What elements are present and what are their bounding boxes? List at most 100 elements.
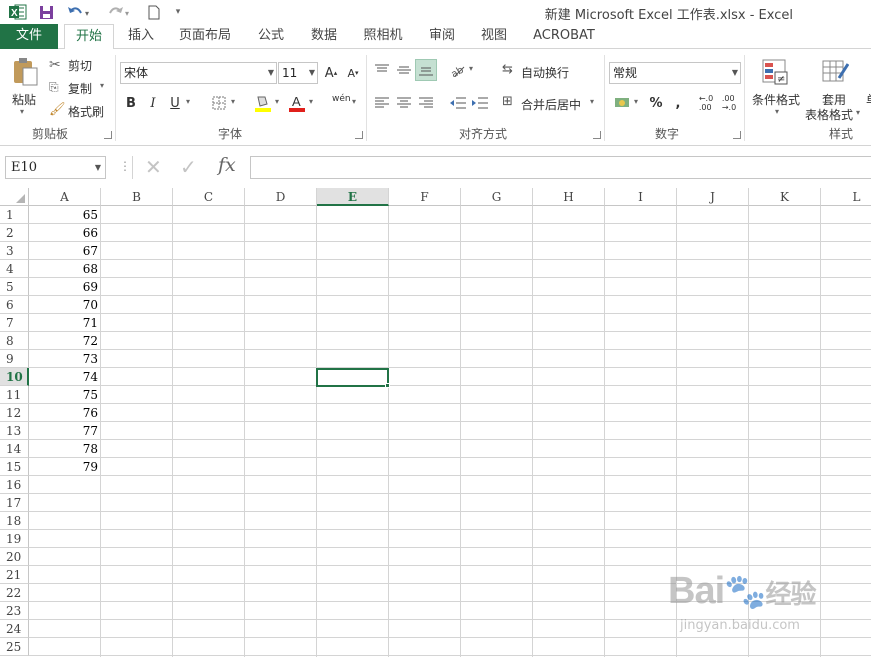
cell-a3[interactable]: 67 — [29, 242, 101, 260]
font-launcher-icon[interactable] — [355, 131, 363, 139]
row-header-1[interactable]: 1 — [0, 206, 29, 224]
fill-color-dropdown-icon[interactable]: ▾ — [275, 97, 279, 106]
align-center-icon[interactable] — [393, 92, 415, 114]
row-header-16[interactable]: 16 — [0, 476, 29, 494]
row-header-13[interactable]: 13 — [0, 422, 29, 440]
column-header-g[interactable]: G — [461, 188, 533, 206]
row-header-10[interactable]: 10 — [0, 368, 29, 386]
font-name-select[interactable]: 宋体 ▼ — [120, 62, 277, 84]
column-header-c[interactable]: C — [173, 188, 245, 206]
accounting-format-icon[interactable] — [612, 92, 634, 114]
tab-file[interactable]: 文件 — [0, 24, 58, 49]
row-header-6[interactable]: 6 — [0, 296, 29, 314]
tab-acrobat[interactable]: ACROBAT — [530, 24, 598, 49]
wrap-text-button[interactable]: 自动换行 — [521, 64, 569, 81]
row-header-5[interactable]: 5 — [0, 278, 29, 296]
copy-dropdown-icon[interactable]: ▾ — [100, 81, 104, 90]
column-header-j[interactable]: J — [677, 188, 749, 206]
cut-button[interactable]: 剪切 — [68, 57, 92, 74]
borders-dropdown-icon[interactable]: ▾ — [231, 97, 235, 106]
row-header-19[interactable]: 19 — [0, 530, 29, 548]
tab-page-layout[interactable]: 页面布局 — [176, 24, 234, 49]
cell-a1[interactable]: 65 — [29, 206, 101, 224]
cell-a7[interactable]: 71 — [29, 314, 101, 332]
decrease-decimal-icon[interactable]: .00 →.0 — [718, 92, 740, 114]
tab-data[interactable]: 数据 — [307, 24, 341, 49]
align-right-icon[interactable] — [415, 92, 437, 114]
font-color-icon[interactable]: A — [286, 92, 308, 114]
merge-dropdown-icon[interactable]: ▾ — [590, 97, 594, 106]
cell-a2[interactable]: 66 — [29, 224, 101, 242]
cell-a9[interactable]: 73 — [29, 350, 101, 368]
row-header-21[interactable]: 21 — [0, 566, 29, 584]
phonetic-guide-button[interactable]: wén — [332, 94, 351, 104]
new-document-icon[interactable] — [146, 3, 162, 21]
row-header-8[interactable]: 8 — [0, 332, 29, 350]
underline-dropdown-icon[interactable]: ▾ — [186, 97, 190, 106]
borders-icon[interactable] — [208, 92, 230, 114]
row-header-25[interactable]: 25 — [0, 638, 29, 656]
row-header-9[interactable]: 9 — [0, 350, 29, 368]
column-header-d[interactable]: D — [245, 188, 317, 206]
cell-a11[interactable]: 75 — [29, 386, 101, 404]
paste-dropdown-icon[interactable]: ▾ — [20, 107, 24, 116]
number-launcher-icon[interactable] — [733, 131, 741, 139]
tab-formulas[interactable]: 公式 — [254, 24, 288, 49]
row-header-24[interactable]: 24 — [0, 620, 29, 638]
cell-a4[interactable]: 68 — [29, 260, 101, 278]
row-header-7[interactable]: 7 — [0, 314, 29, 332]
paste-icon[interactable] — [10, 57, 40, 87]
merge-center-button[interactable]: 合并后居中 — [521, 96, 581, 113]
undo-icon[interactable]: ▾ — [66, 3, 94, 21]
clipboard-launcher-icon[interactable] — [104, 131, 112, 139]
column-header-e[interactable]: E — [317, 188, 389, 206]
alignment-launcher-icon[interactable] — [593, 131, 601, 139]
row-header-11[interactable]: 11 — [0, 386, 29, 404]
column-header-f[interactable]: F — [389, 188, 461, 206]
number-format-select[interactable]: 常规 ▼ — [609, 62, 741, 84]
increase-decimal-icon[interactable]: ←.0.00 — [695, 92, 717, 114]
tab-home[interactable]: 开始 — [64, 24, 114, 50]
column-header-h[interactable]: H — [533, 188, 605, 206]
cell-a12[interactable]: 76 — [29, 404, 101, 422]
active-cell-e10[interactable] — [316, 368, 389, 387]
row-header-17[interactable]: 17 — [0, 494, 29, 512]
column-header-l[interactable]: L — [821, 188, 871, 206]
tab-camera[interactable]: 照相机 — [360, 24, 406, 49]
fill-handle[interactable] — [385, 383, 390, 388]
copy-button[interactable]: 复制 — [68, 80, 92, 97]
row-header-12[interactable]: 12 — [0, 404, 29, 422]
align-middle-icon[interactable] — [393, 59, 415, 81]
row-header-18[interactable]: 18 — [0, 512, 29, 530]
italic-button[interactable]: I — [142, 92, 164, 114]
name-box[interactable]: E10 ▼ — [5, 156, 106, 179]
underline-button[interactable]: U — [164, 92, 186, 114]
row-header-3[interactable]: 3 — [0, 242, 29, 260]
column-header-i[interactable]: I — [605, 188, 677, 206]
format-painter-button[interactable]: 格式刷 — [68, 103, 104, 120]
conditional-dropdown-icon[interactable]: ▾ — [775, 107, 779, 116]
row-header-4[interactable]: 4 — [0, 260, 29, 278]
tab-insert[interactable]: 插入 — [124, 24, 158, 49]
row-header-22[interactable]: 22 — [0, 584, 29, 602]
insert-function-icon[interactable]: fx — [218, 154, 236, 176]
row-header-20[interactable]: 20 — [0, 548, 29, 566]
cell-a15[interactable]: 79 — [29, 458, 101, 476]
percent-icon[interactable]: % — [645, 92, 667, 114]
orientation-dropdown-icon[interactable]: ▾ — [469, 64, 473, 73]
cancel-icon[interactable]: ✕ — [145, 155, 162, 179]
customize-qat-icon[interactable]: ▾ — [172, 3, 184, 21]
enter-checkmark-icon[interactable]: ✓ — [180, 155, 197, 179]
fill-color-icon[interactable] — [252, 92, 274, 114]
decrease-font-icon[interactable]: A ▾ — [342, 62, 364, 84]
chevron-down-icon[interactable]: ▼ — [95, 157, 101, 178]
formula-bar-grip-icon[interactable]: ⋮ — [119, 159, 131, 173]
row-header-2[interactable]: 2 — [0, 224, 29, 242]
paste-button[interactable]: 粘贴 — [12, 91, 36, 108]
conditional-formatting-button[interactable]: 条件格式 — [752, 91, 800, 108]
increase-font-icon[interactable]: A ▴ — [320, 62, 342, 84]
cell-a6[interactable]: 70 — [29, 296, 101, 314]
font-size-select[interactable]: 11 ▼ — [278, 62, 318, 84]
formula-input[interactable] — [250, 156, 871, 179]
tab-view[interactable]: 视图 — [477, 24, 511, 49]
